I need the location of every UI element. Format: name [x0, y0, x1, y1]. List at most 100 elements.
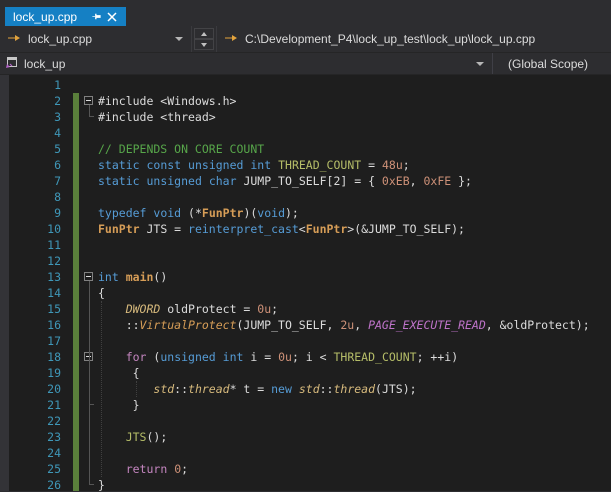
outline-margin [63, 125, 98, 141]
code-line-6[interactable]: 6 static const unsigned int THREAD_COUNT … [0, 157, 611, 173]
line-number[interactable]: 14 [0, 285, 63, 301]
code-line-8[interactable]: 8 [0, 189, 611, 205]
line-number[interactable]: 13 [0, 269, 63, 285]
line-number[interactable]: 8 [0, 189, 63, 205]
code-line-23[interactable]: 23 JTS(); [0, 429, 611, 445]
line-number[interactable]: 16 [0, 317, 63, 333]
code-line-4[interactable]: 4 [0, 125, 611, 141]
visual-studio-window: lock_up.cpp lock_up.cpp C:\Development_P… [0, 0, 611, 492]
split-up-button[interactable] [194, 28, 214, 39]
code-text: } [98, 398, 140, 412]
line-number[interactable]: 4 [0, 125, 63, 141]
code-line-24[interactable]: 24 [0, 445, 611, 461]
code-line-9[interactable]: 9 typedef void (*FunPtr)(void); [0, 205, 611, 221]
outline-margin [63, 93, 98, 109]
pin-icon[interactable] [89, 10, 103, 24]
line-number[interactable]: 23 [0, 429, 63, 445]
line-number[interactable]: 11 [0, 237, 63, 253]
code-line-3[interactable]: 3 #include <thread> [0, 109, 611, 125]
outline-bracket-include-foot [89, 116, 94, 117]
code-line-20[interactable]: 20 std::thread* t = new std::thread(JTS)… [0, 381, 611, 397]
code-line-10[interactable]: 10 FunPtr JTS = reinterpret_cast<FunPtr>(… [0, 221, 611, 237]
line-number[interactable]: 9 [0, 205, 63, 221]
fold-collapse-icon[interactable] [84, 96, 93, 105]
code-text: FunPtr JTS = reinterpret_cast<FunPtr>(&J… [98, 222, 465, 236]
line-number[interactable]: 24 [0, 445, 63, 461]
code-line-12[interactable]: 12 [0, 253, 611, 269]
code-line-14[interactable]: 14 { [0, 285, 611, 301]
goto-arrow-icon [225, 32, 238, 46]
code-text: JTS(); [125, 430, 168, 444]
code-line-1[interactable]: 1 [0, 77, 611, 93]
outline-margin [63, 413, 98, 429]
code-text: DWORD oldProtect = 0u; [125, 302, 279, 316]
code-line-22[interactable]: 22 [0, 413, 611, 429]
outline-margin [63, 333, 98, 349]
outline-margin [63, 189, 98, 205]
code-line-15[interactable]: 15 DWORD oldProtect = 0u; [0, 301, 611, 317]
project-dropdown[interactable]: lock_up [0, 53, 493, 74]
file-dropdown[interactable]: lock_up.cpp [0, 26, 192, 52]
code-line-5[interactable]: 5 // DEPENDS ON CORE COUNT [0, 141, 611, 157]
outline-margin [63, 381, 98, 397]
split-window-control[interactable] [194, 28, 214, 50]
code-editor[interactable]: 1 2 #include <Windows.h> 3 #include <thread>… [0, 75, 611, 491]
outline-margin [63, 397, 98, 413]
code-line-19[interactable]: 19 { [0, 365, 611, 381]
line-number[interactable]: 7 [0, 173, 63, 189]
code-line-18[interactable]: 18 for (unsigned int i = 0u; i < THREAD_… [0, 349, 611, 365]
line-number[interactable]: 5 [0, 141, 63, 157]
code-text: #include <Windows.h> [98, 94, 237, 108]
line-number[interactable]: 15 [0, 301, 63, 317]
code-text: std::thread* t = new std::thread(JTS); [153, 382, 417, 396]
outline-margin [63, 221, 98, 237]
path-dropdown-value: C:\Development_P4\lock_up_test\lock_up\l… [245, 32, 536, 46]
code-line-17[interactable]: 17 [0, 333, 611, 349]
close-icon[interactable] [105, 10, 119, 24]
code-line-13[interactable]: 13 int main() [0, 269, 611, 285]
fold-collapse-icon[interactable] [84, 272, 93, 281]
path-dropdown[interactable]: C:\Development_P4\lock_up_test\lock_up\l… [216, 26, 611, 52]
code-text: typedef void (*FunPtr)(void); [98, 206, 299, 220]
code-text: static const unsigned int THREAD_COUNT =… [98, 158, 410, 172]
code-line-21[interactable]: 21 } [0, 397, 611, 413]
line-number[interactable]: 10 [0, 221, 63, 237]
line-number[interactable]: 17 [0, 333, 63, 349]
outline-margin [63, 445, 98, 461]
outline-margin [63, 173, 98, 189]
line-number[interactable]: 12 [0, 253, 63, 269]
line-number[interactable]: 2 [0, 93, 63, 109]
line-number[interactable]: 25 [0, 461, 63, 477]
line-number[interactable]: 21 [0, 397, 63, 413]
outline-margin [63, 317, 98, 333]
line-number[interactable]: 19 [0, 365, 63, 381]
code-line-25[interactable]: 25 return 0; [0, 461, 611, 477]
outline-margin [63, 157, 98, 173]
line-number[interactable]: 26 [0, 477, 63, 491]
indent-guide-level2 [136, 381, 137, 397]
code-line-7[interactable]: 7 static unsigned char JUMP_TO_SELF[2] = … [0, 173, 611, 189]
code-line-16[interactable]: 16 ::VirtualProtect(JUMP_TO_SELF, 2u, PA… [0, 317, 611, 333]
line-number[interactable]: 22 [0, 413, 63, 429]
outline-margin [63, 77, 98, 93]
line-number[interactable]: 18 [0, 349, 63, 365]
chevron-down-icon [175, 37, 183, 41]
breakpoint-margin[interactable] [0, 75, 9, 491]
up-arrow-icon [201, 31, 207, 36]
outline-margin [63, 109, 98, 125]
split-down-button[interactable] [194, 39, 214, 50]
code-text: static unsigned char JUMP_TO_SELF[2] = {… [98, 174, 472, 188]
down-arrow-icon [201, 42, 207, 47]
line-number[interactable]: 1 [0, 77, 63, 93]
code-line-2[interactable]: 2 #include <Windows.h> [0, 93, 611, 109]
code-line-11[interactable]: 11 [0, 237, 611, 253]
tab-lock-up-cpp[interactable]: lock_up.cpp [5, 7, 127, 26]
line-number[interactable]: 6 [0, 157, 63, 173]
line-number[interactable]: 3 [0, 109, 63, 125]
scope-dropdown[interactable]: (Global Scope) [493, 53, 611, 74]
line-number[interactable]: 20 [0, 381, 63, 397]
outline-bracket-for [89, 361, 90, 405]
